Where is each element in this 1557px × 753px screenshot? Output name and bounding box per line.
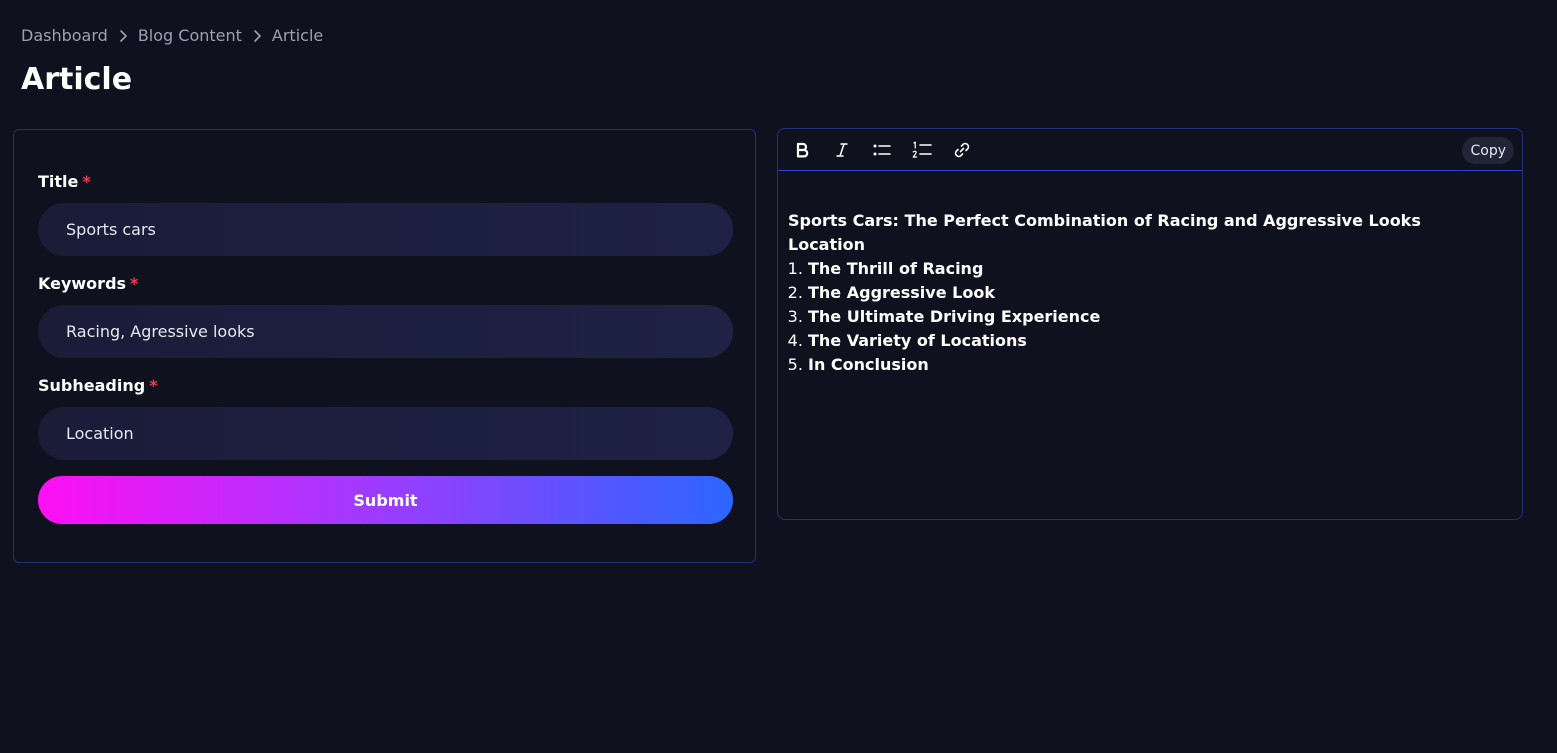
- editor-heading: Sports Cars: The Perfect Combination of …: [788, 211, 1421, 230]
- breadcrumb: Dashboard Blog Content Article: [21, 26, 323, 45]
- subheading-input[interactable]: Location: [38, 407, 733, 460]
- required-mark: *: [82, 172, 91, 191]
- breadcrumb-article: Article: [271, 26, 324, 45]
- title-input[interactable]: Sports cars: [38, 203, 733, 256]
- copy-button[interactable]: Copy: [1462, 137, 1514, 164]
- submit-button[interactable]: Submit: [38, 476, 733, 524]
- link-button[interactable]: [942, 130, 982, 170]
- keywords-label-text: Keywords: [38, 274, 127, 293]
- list-item: In Conclusion: [808, 353, 1512, 377]
- title-input-value: Sports cars: [66, 220, 156, 239]
- numbered-list-icon: [912, 140, 932, 158]
- bold-button[interactable]: [782, 130, 822, 170]
- keywords-label: Keywords *: [38, 274, 138, 293]
- required-mark: *: [130, 274, 139, 293]
- article-form: Title * Sports cars Keywords * Racing, Agr…: [13, 129, 756, 563]
- numbered-list-button[interactable]: [902, 130, 942, 170]
- bullet-list-button[interactable]: [862, 130, 902, 170]
- breadcrumb-blog-content[interactable]: Blog Content: [138, 26, 242, 45]
- editor-toolbar: Copy: [778, 129, 1522, 171]
- chevron-right-icon: [108, 29, 138, 43]
- required-mark: *: [149, 376, 158, 395]
- editor-content[interactable]: Sports Cars: The Perfect Combination of …: [778, 171, 1522, 377]
- link-icon: [954, 142, 970, 157]
- chevron-right-icon: [242, 29, 272, 43]
- title-label: Title *: [38, 172, 91, 191]
- subheading-input-value: Location: [66, 424, 134, 443]
- subheading-label-text: Subheading: [38, 376, 146, 395]
- list-item: The Aggressive Look: [808, 281, 1512, 305]
- keywords-input[interactable]: Racing, Agressive looks: [38, 305, 733, 358]
- breadcrumb-dashboard[interactable]: Dashboard: [21, 26, 108, 45]
- list-item: The Thrill of Racing: [808, 257, 1512, 281]
- subheading-label: Subheading *: [38, 376, 158, 395]
- bold-icon: [796, 142, 809, 157]
- list-item: The Ultimate Driving Experience: [808, 305, 1512, 329]
- editor-subheading: Location: [788, 235, 865, 254]
- list-item: The Variety of Locations: [808, 329, 1512, 353]
- italic-icon: [836, 142, 848, 157]
- italic-button[interactable]: [822, 130, 862, 170]
- page-title: Article: [21, 62, 133, 97]
- keywords-input-value: Racing, Agressive looks: [66, 322, 255, 341]
- rich-text-editor: Copy Sports Cars: The Perfect Combinatio…: [777, 128, 1523, 520]
- bullet-list-icon: [873, 144, 891, 155]
- editor-ordered-list: The Thrill of Racing The Aggressive Look…: [788, 257, 1512, 377]
- title-label-text: Title: [38, 172, 79, 191]
